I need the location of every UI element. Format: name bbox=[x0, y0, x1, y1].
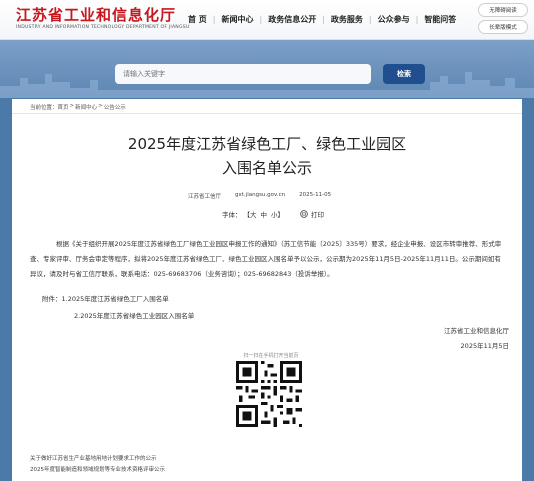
breadcrumb-separator: > bbox=[69, 103, 75, 109]
search-input[interactable] bbox=[115, 64, 371, 84]
article-panel: 当前位置： 首页 > 新闻中心 > 公告公示 2025年度江苏省绿色工厂、绿色工… bbox=[12, 99, 522, 481]
attachment-link-1[interactable]: 附件：1.2025年度江苏省绿色工厂入围名单 bbox=[42, 293, 169, 303]
article-title: 2025年度江苏省绿色工厂、绿色工业园区 入围名单公示 bbox=[12, 132, 522, 180]
nav-participation[interactable]: 公众参与 bbox=[378, 14, 410, 25]
signature-org: 江苏省工业和信息化厅 bbox=[444, 327, 509, 335]
related-link-2[interactable]: 2025年度智能制造和领域规划等专业技术资格评审公示 bbox=[30, 465, 165, 473]
search-banner: 检索 bbox=[0, 40, 534, 98]
breadcrumb-prefix: 当前位置： bbox=[30, 105, 58, 111]
nav-separator: | bbox=[368, 15, 372, 24]
font-size-label: 字体： bbox=[222, 211, 242, 219]
qr-caption: 扫一扫在手机打开当前页 bbox=[243, 353, 299, 359]
article-date: 2025-11-05 bbox=[299, 192, 332, 198]
site-title[interactable]: 江苏省工业和信息化厅 bbox=[16, 4, 176, 25]
nav-separator: | bbox=[259, 15, 263, 24]
article-meta: 江苏省工信厅 gxt.jiangsu.gov.cn 2025-11-05 bbox=[188, 192, 345, 200]
qr-code bbox=[236, 361, 302, 427]
search-button[interactable]: 检索 bbox=[383, 64, 425, 84]
breadcrumb-notices[interactable]: 公告公示 bbox=[104, 103, 126, 111]
font-size-small[interactable]: 小】 bbox=[271, 209, 284, 219]
article-domain: gxt.jiangsu.gov.cn bbox=[235, 192, 286, 198]
breadcrumb-separator: > bbox=[98, 103, 103, 109]
nav-qa[interactable]: 智能问答 bbox=[424, 14, 456, 25]
accessibility-buttons: 无障碍阅读 长辈版模式 bbox=[478, 3, 528, 37]
nav-separator: | bbox=[212, 15, 216, 24]
print-button[interactable]: 打印 bbox=[300, 209, 324, 219]
article-title-line2: 入围名单公示 bbox=[221, 159, 312, 177]
article-source: 江苏省工信厅 bbox=[188, 194, 222, 200]
article-body: 根据《关于组织开展2025年度江苏省绿色工厂绿色工业园区申报工作的通知》（苏工信… bbox=[30, 240, 502, 278]
elder-mode-button[interactable]: 长辈版模式 bbox=[478, 20, 528, 34]
font-size-controls: 字体： 【大 中 小】 打印 bbox=[222, 209, 324, 219]
related-link-1[interactable]: 关于做好江苏省生产业基地用地计划要求工作的公示 bbox=[30, 454, 157, 462]
article-title-line1: 2025年度江苏省绿色工厂、绿色工业园区 bbox=[127, 135, 407, 153]
font-size-medium[interactable]: 中 bbox=[261, 209, 268, 219]
main-nav: 首 页 | 新闻中心 | 政务信息公开 | 政务服务 | 公众参与 | 智能问答 bbox=[188, 14, 456, 25]
nav-separator: | bbox=[415, 15, 419, 24]
nav-gov-info[interactable]: 政务信息公开 bbox=[268, 14, 316, 25]
breadcrumb: 当前位置： 首页 > 新闻中心 > 公告公示 bbox=[30, 103, 126, 111]
nav-news[interactable]: 新闻中心 bbox=[222, 14, 254, 25]
site-header: 江苏省工业和信息化厅 INDUSTRY AND INFORMATION TECH… bbox=[0, 0, 534, 40]
breadcrumb-home[interactable]: 首页 bbox=[58, 103, 69, 111]
nav-services[interactable]: 政务服务 bbox=[331, 14, 363, 25]
breadcrumb-divider bbox=[12, 113, 522, 114]
print-icon bbox=[300, 210, 308, 218]
signature-date: 2025年11月5日 bbox=[460, 342, 509, 350]
print-label: 打印 bbox=[311, 211, 324, 219]
attachment-link-2[interactable]: 2.2025年度江苏省绿色工业园区入围名单 bbox=[74, 310, 194, 320]
nav-home[interactable]: 首 页 bbox=[188, 14, 207, 25]
breadcrumb-news[interactable]: 新闻中心 bbox=[75, 103, 97, 111]
site-subtitle: INDUSTRY AND INFORMATION TECHNOLOGY DEPA… bbox=[16, 25, 190, 30]
accessible-reading-button[interactable]: 无障碍阅读 bbox=[478, 3, 528, 17]
font-size-large[interactable]: 【大 bbox=[244, 209, 257, 219]
nav-separator: | bbox=[322, 15, 325, 24]
